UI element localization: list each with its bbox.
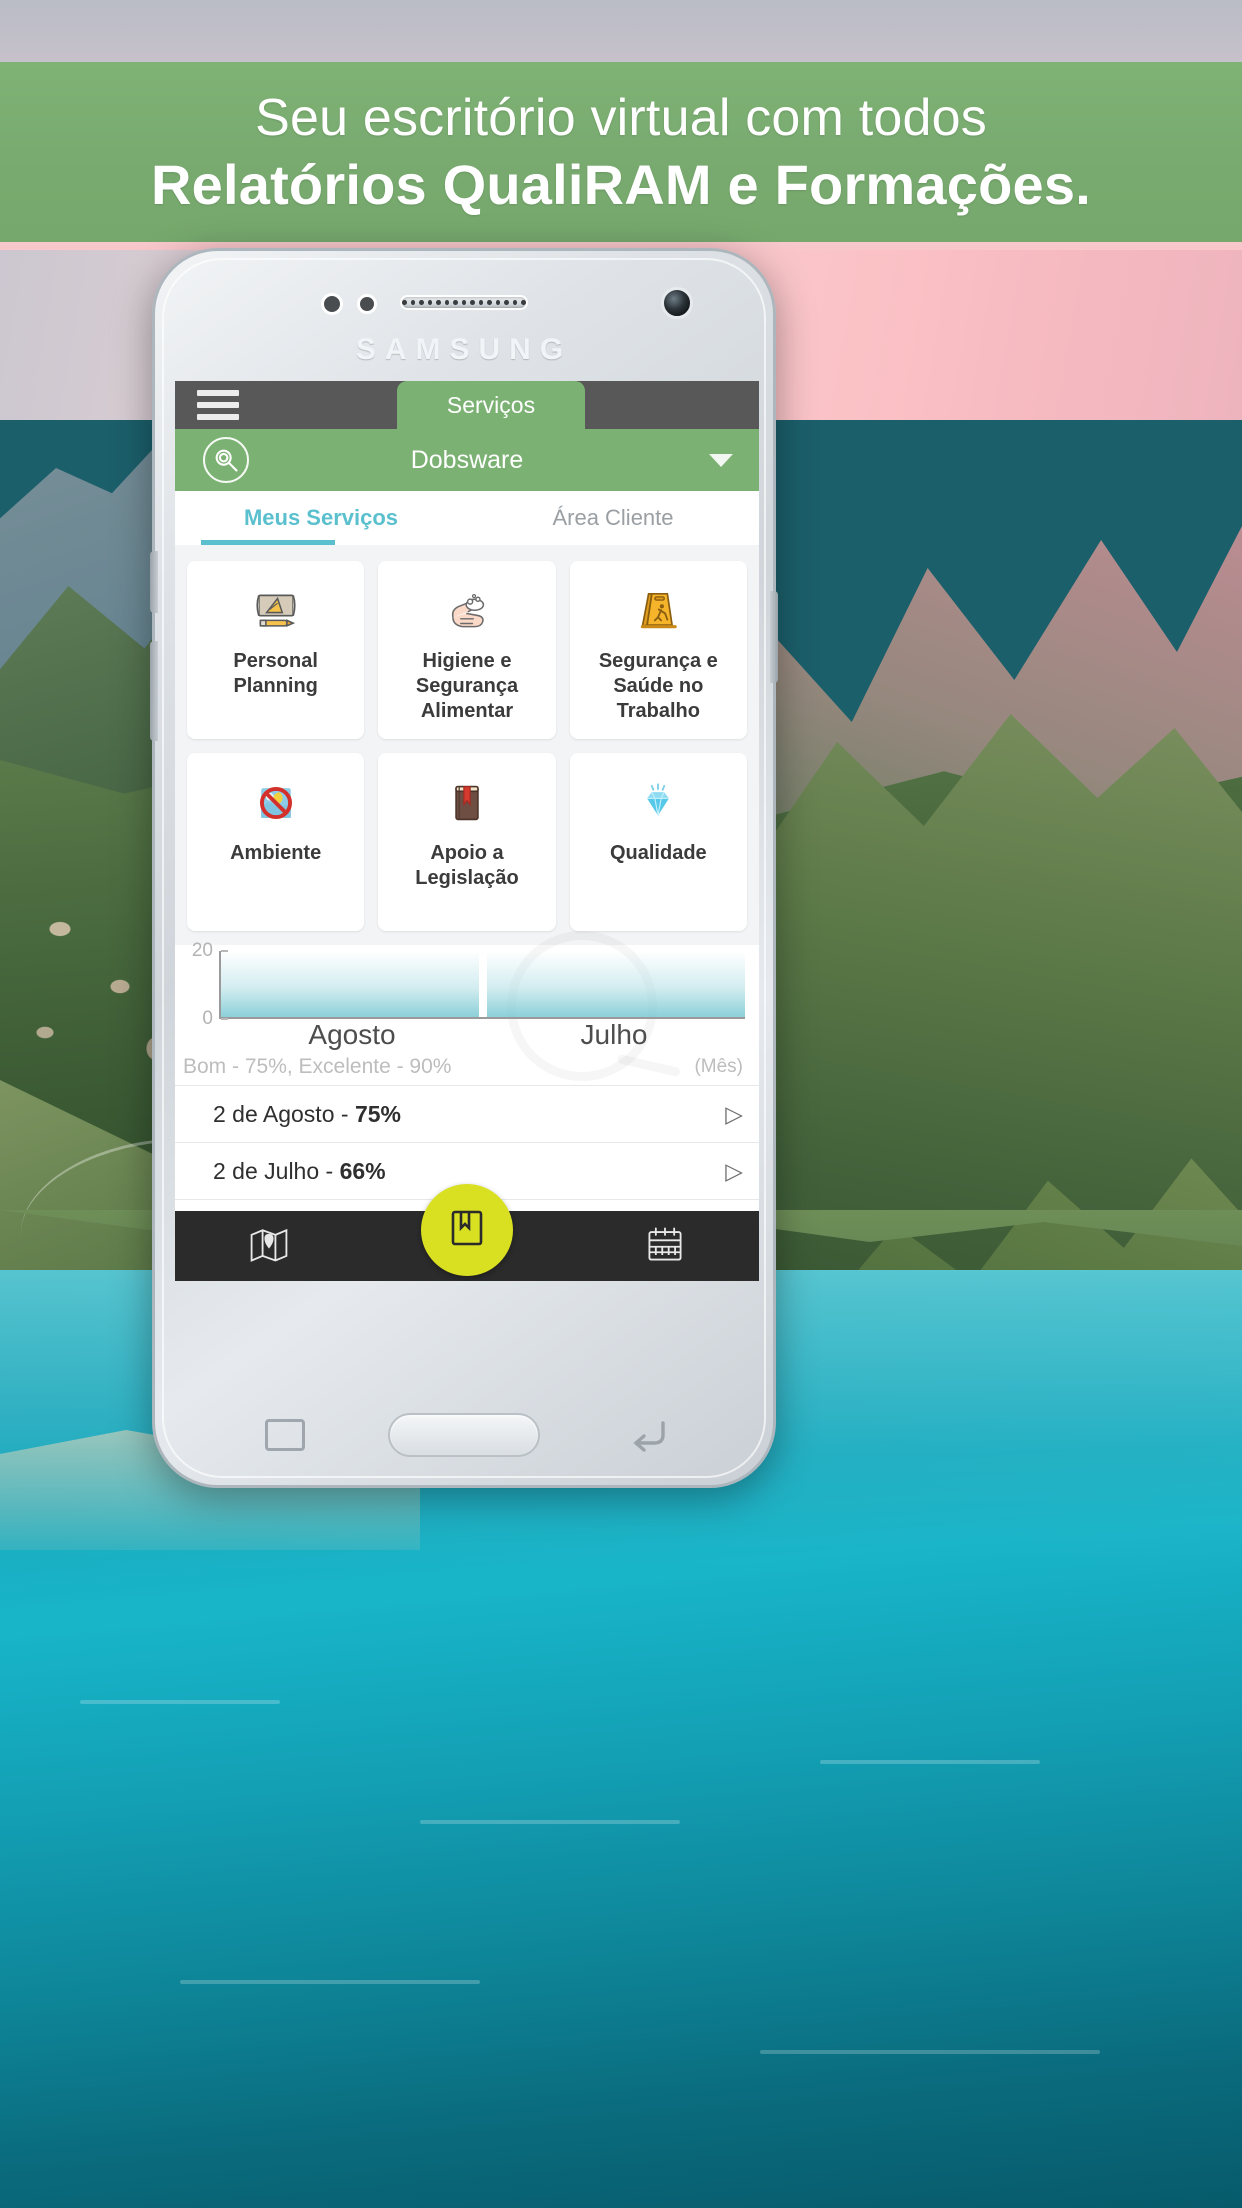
phone-screen: Serviços Dobsware Meus Serviços Área Cli… [175, 381, 759, 1281]
services-grid: Personal Planning Higiene e Segurança Al… [175, 545, 759, 941]
service-card-label: Ambiente [230, 842, 322, 864]
list-item-text: 2 de Julho - 66% [213, 1158, 725, 1185]
chart-xtick-label: Julho [580, 1019, 648, 1050]
tab-servicos-label: Serviços [446, 391, 536, 418]
hamburger-icon[interactable] [197, 390, 239, 420]
wave-line [820, 1760, 1040, 1764]
banner-line-2: Relatórios QualiRAM e Formações. [151, 152, 1091, 216]
service-card-label: Personal Planning [233, 650, 318, 697]
calendar-icon [642, 1222, 688, 1271]
android-home-button[interactable] [388, 1413, 540, 1457]
earpiece-speaker [400, 295, 528, 310]
proximity-sensor-icon [321, 293, 343, 315]
volume-up-button[interactable] [150, 551, 158, 613]
chart-x-labels: Agosto Julho [221, 1019, 745, 1053]
tab-area-cliente[interactable]: Área Cliente [467, 491, 759, 545]
content-tabs: Meus Serviços Área Cliente [175, 491, 759, 545]
chart-x-axis-unit: (Mês) [694, 1056, 743, 1077]
chevron-right-icon[interactable]: ▷ [725, 1101, 743, 1128]
bottom-nav-calendar[interactable] [630, 1220, 700, 1272]
chart-ytick-mark [221, 950, 228, 952]
service-card-apoio-legislacao[interactable]: Apoio a Legislação [378, 753, 556, 931]
chart-legend-thresholds: Bom - 75%, Excelente - 90% [183, 1055, 452, 1078]
closed-book-icon [442, 775, 492, 831]
no-pollution-icon [251, 775, 301, 831]
service-card-label: Apoio a Legislação [415, 842, 519, 889]
service-card-seguranca-saude-trabalho[interactable]: Segurança e Saúde no Trabalho [569, 561, 747, 739]
hand-wash-icon [442, 583, 492, 639]
book-icon [443, 1204, 491, 1257]
service-card-label: Higiene e Segurança Alimentar [415, 650, 519, 722]
diamond-icon [633, 775, 683, 831]
promo-banner: Seu escritório virtual com todos Relatór… [0, 62, 1242, 242]
service-card-personal-planning[interactable]: Personal Planning [187, 561, 365, 739]
tab-meus-servicos-label: Meus Serviços [243, 505, 399, 530]
tab-servicos[interactable]: Serviços [397, 381, 585, 429]
bottom-nav-map[interactable] [234, 1220, 304, 1272]
list-item-value: 66% [339, 1157, 386, 1184]
app-green-bar: Dobsware [175, 429, 759, 491]
app-content: Personal Planning Higiene e Segurança Al… [175, 545, 759, 1281]
list-item-value: 75% [354, 1100, 401, 1127]
wave-line [80, 1700, 280, 1704]
volume-down-button[interactable] [150, 641, 158, 741]
phone-body: SAMSUNG Serviços Dobsware Meus Serviços … [150, 248, 778, 1488]
chart-xtick-label: Agosto [308, 1019, 396, 1050]
list-item-text: 2 de Agosto - 75% [213, 1101, 725, 1128]
service-card-label: Segurança e Saúde no Trabalho [598, 650, 718, 722]
app-title: Dobsware [410, 445, 524, 474]
wave-line [760, 2050, 1100, 2054]
tab-area-cliente-label: Área Cliente [552, 505, 674, 530]
list-item-label: 2 de Julho - [213, 1157, 340, 1184]
phone-brand-label: SAMSUNG [355, 333, 573, 366]
app-top-bar: Serviços [175, 381, 759, 429]
chart-plot-area [221, 951, 745, 1019]
chevron-down-icon[interactable] [709, 453, 733, 467]
service-card-ambiente[interactable]: Ambiente [187, 753, 365, 931]
chart-ytick-label: 0 [202, 1008, 213, 1029]
service-card-qualidade[interactable]: Qualidade [569, 753, 747, 931]
map-location-icon [246, 1222, 292, 1271]
chart-series-divider [479, 951, 487, 1017]
service-card-higiene-seguranca-alimentar[interactable]: Higiene e Segurança Alimentar [378, 561, 556, 739]
android-recents-button[interactable] [265, 1419, 305, 1451]
tab-meus-servicos[interactable]: Meus Serviços [175, 491, 467, 545]
chart-ytick-label: 20 [191, 940, 213, 961]
chevron-right-icon[interactable]: ▷ [725, 1158, 743, 1185]
front-camera-icon [661, 287, 693, 319]
wave-line [420, 1820, 680, 1824]
bottom-navigation [175, 1184, 759, 1281]
quality-chart: 20 0 Agosto Julho [175, 940, 759, 1053]
chart-y-axis: 20 0 [192, 940, 228, 1029]
list-item[interactable]: 2 de Agosto - 75% ▷ [175, 1085, 759, 1142]
phone-mockup: SAMSUNG Serviços Dobsware Meus Serviços … [150, 248, 778, 1488]
android-back-button[interactable] [629, 1417, 669, 1453]
wave-line [180, 1980, 480, 1984]
service-card-label: Qualidade [609, 842, 707, 864]
bottom-nav-book[interactable] [420, 1184, 513, 1276]
power-button[interactable] [770, 591, 778, 683]
list-item-label: 2 de Agosto - [213, 1100, 355, 1127]
banner-line-1: Seu escritório virtual com todos [255, 88, 987, 147]
blueprint-ruler-icon [251, 583, 301, 639]
light-sensor-icon [357, 294, 377, 314]
wet-floor-sign-icon [633, 583, 683, 639]
